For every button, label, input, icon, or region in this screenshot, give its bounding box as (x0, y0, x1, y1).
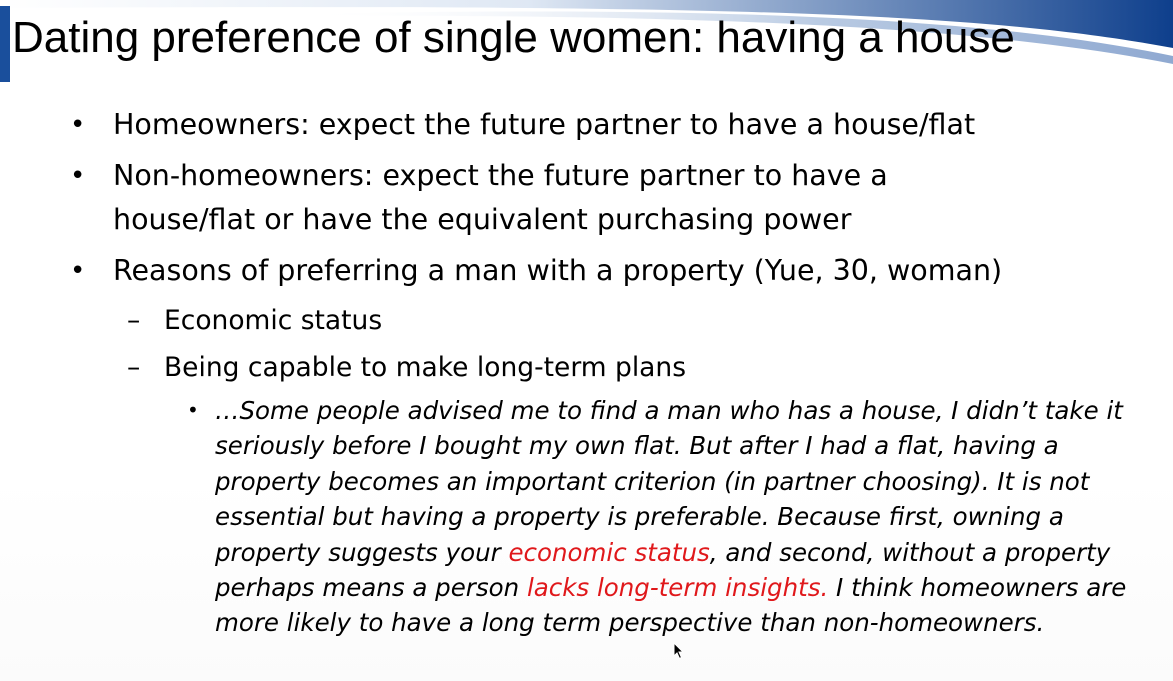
title-accent-bar (0, 6, 10, 82)
bullet-marker: • (70, 256, 86, 286)
slide: Dating preference of single women: havin… (0, 0, 1173, 681)
bullet-text: Reasons of preferring a man with a prope… (113, 254, 1003, 287)
bullet-text-line1: Non-homeowners: expect the future partne… (113, 159, 888, 192)
sub-bullet-text: Being capable to make long-term plans (164, 352, 687, 383)
dash-marker: – (127, 305, 141, 336)
mouse-cursor-icon (673, 642, 685, 660)
bullet-marker: • (70, 110, 86, 140)
bullet-marker: • (187, 398, 199, 422)
highlight-long-term-insights: lacks long-term insights. (526, 573, 829, 603)
bullet-text-line2: house/flat or have the equivalent purcha… (113, 203, 852, 236)
slide-title: Dating preference of single women: havin… (12, 13, 1015, 62)
quote-text: …Some people advised me to find a man wh… (215, 393, 1160, 641)
bullet-marker: • (70, 161, 86, 191)
dash-marker: – (127, 352, 141, 383)
bullet-text: Homeowners: expect the future partner to… (113, 108, 976, 141)
sub-bullet-text: Economic status (164, 305, 383, 336)
highlight-economic-status: economic status (508, 537, 710, 567)
